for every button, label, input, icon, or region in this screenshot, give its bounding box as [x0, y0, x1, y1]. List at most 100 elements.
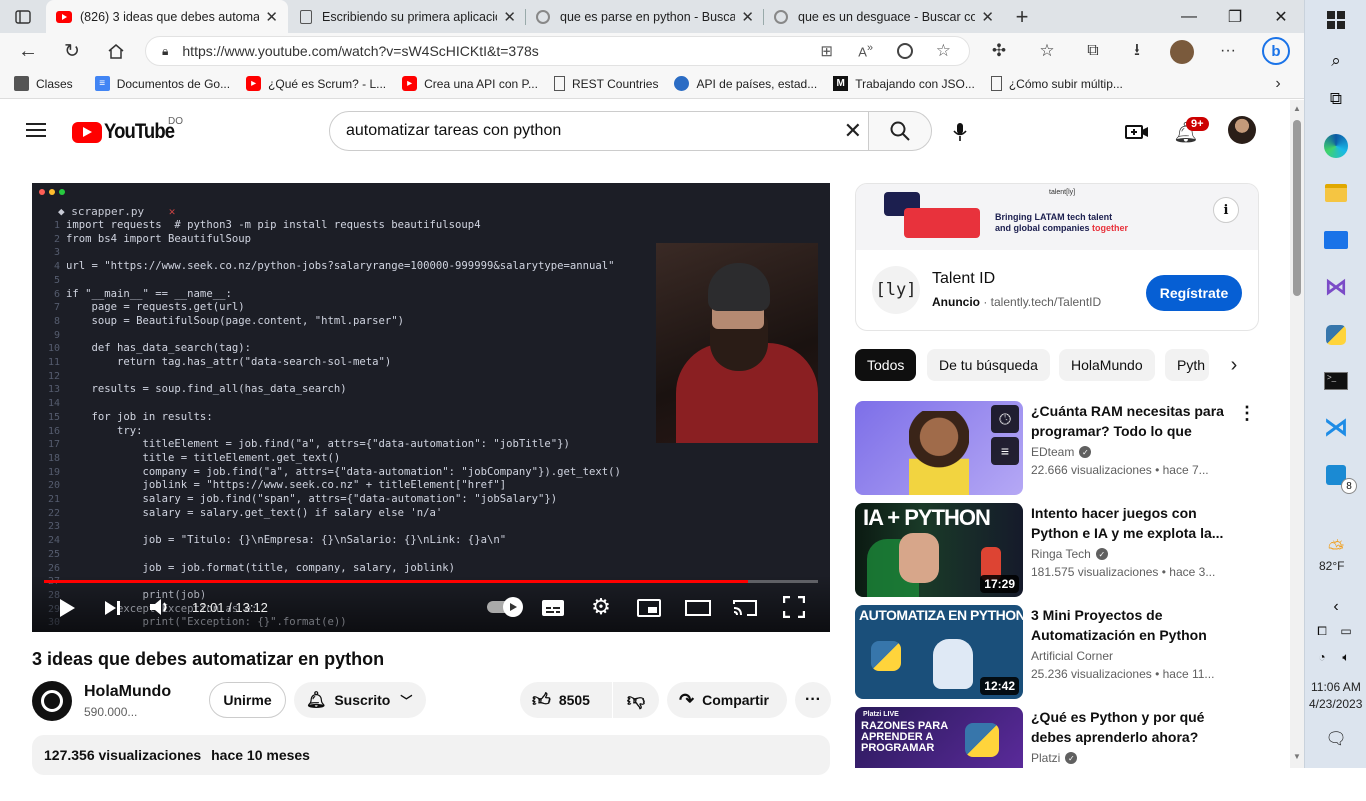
chip-python[interactable]: Pyth	[1165, 349, 1209, 381]
mail-icon[interactable]	[1321, 225, 1351, 255]
back-icon[interactable]: ←	[16, 39, 40, 63]
share-button[interactable]: ↷ Compartir	[667, 682, 787, 718]
terminal-icon[interactable]: >_	[1321, 366, 1351, 396]
minimize-icon[interactable]: —	[1166, 0, 1212, 33]
close-tab-icon[interactable]: ✕	[741, 8, 754, 26]
miniplayer-icon[interactable]	[636, 596, 662, 620]
voice-search-icon[interactable]	[948, 120, 972, 144]
notification-center-icon[interactable]: 🗨︎	[1321, 724, 1351, 754]
recommendation-item[interactable]: AUTOMATIZA EN PYTHON 12:42 3 Mini Proyec…	[855, 605, 1275, 699]
favorite-add-icon[interactable]: ☆	[936, 41, 951, 61]
tab-flask[interactable]: Escribiendo su primera aplicació ✕	[290, 0, 526, 33]
video-thumbnail[interactable]: IA + PYTHON 17:29	[855, 503, 1023, 597]
read-aloud-icon[interactable]: A»	[858, 42, 873, 59]
info-icon[interactable]: i	[1213, 197, 1239, 223]
menu-icon[interactable]	[24, 120, 48, 140]
vscode-icon[interactable]: ⋊	[1321, 412, 1351, 442]
new-tab-icon[interactable]: +	[1008, 4, 1036, 30]
autoplay-toggle[interactable]	[486, 597, 523, 617]
bookmark-item[interactable]: ▸ ¿Qué es Scrum? - L...	[246, 76, 386, 91]
close-tab-icon[interactable]: ✕	[265, 8, 278, 26]
dislike-button[interactable]: 👎︎	[613, 682, 659, 718]
url-field[interactable]: 🔒︎ https://www.youtube.com/watch?v=sW4Sc…	[145, 36, 970, 66]
profile-avatar[interactable]	[1170, 40, 1194, 64]
chips-next-icon[interactable]: ›	[1222, 353, 1246, 377]
progress-bar[interactable]	[44, 580, 818, 583]
windows-start-icon[interactable]	[1321, 5, 1351, 35]
file-explorer-icon[interactable]	[1321, 178, 1351, 208]
ad-cta-button[interactable]: Regístrate	[1146, 275, 1242, 311]
search-input[interactable]: automatizar tareas con python ✕	[329, 111, 869, 151]
watch-later-icon[interactable]: 🕓︎	[991, 405, 1019, 433]
subscribed-button[interactable]: 🔔︎ Suscrito ﹀	[294, 682, 426, 718]
clock-date[interactable]: 4/23/2023	[1309, 697, 1362, 711]
ad-card[interactable]: talent[ly] Bringing LATAM tech talent an…	[855, 183, 1259, 331]
chip-from-search[interactable]: De tu búsqueda	[927, 349, 1050, 381]
scroll-thumb[interactable]	[1293, 120, 1301, 296]
bookmark-item[interactable]: REST Countries	[553, 76, 658, 91]
volume-icon[interactable]: 🔈︎	[1335, 642, 1357, 672]
bookmark-item[interactable]: ¿Cómo subir múltip...	[990, 76, 1123, 91]
home-icon[interactable]	[104, 39, 128, 63]
scroll-up-icon[interactable]: ▲	[1293, 104, 1301, 113]
youtube-logo[interactable]: YouTube DO	[72, 116, 184, 144]
search-button[interactable]	[868, 111, 932, 151]
bookmark-item[interactable]: M Trabajando con JSO...	[833, 76, 975, 91]
channel-name[interactable]: HolaMundo	[84, 683, 171, 701]
visual-studio-icon[interactable]: ⋈	[1321, 272, 1351, 302]
clock-time[interactable]: 11:06 AM	[1311, 680, 1361, 694]
close-window-icon[interactable]: ✕	[1258, 0, 1304, 33]
cast-icon[interactable]	[732, 596, 758, 620]
downloads-icon[interactable]: ⭳	[1126, 40, 1148, 62]
close-tab-icon[interactable]: ✕	[503, 8, 516, 26]
favorites-icon[interactable]: ☆	[1036, 40, 1058, 62]
video-thumbnail[interactable]: AUTOMATIZA EN PYTHON 12:42	[855, 605, 1023, 699]
more-vertical-icon[interactable]: ⋮	[1238, 403, 1256, 424]
clear-search-icon[interactable]: ✕	[844, 118, 862, 144]
chevron-right-icon[interactable]: ›	[1268, 74, 1288, 94]
play-icon[interactable]	[56, 595, 78, 621]
bookmark-item[interactable]: ▸ Crea una API con P...	[402, 76, 538, 91]
chip-all[interactable]: Todos	[855, 349, 917, 381]
recommendation-item[interactable]: IA + PYTHON 17:29 Intento hacer juegos c…	[855, 503, 1275, 597]
volume-icon[interactable]	[148, 595, 174, 619]
fullscreen-icon[interactable]	[782, 595, 806, 619]
bookmark-item[interactable]: ≡ Documentos de Go...	[94, 76, 230, 91]
python-icon[interactable]	[1321, 320, 1351, 350]
join-button[interactable]: Unirme	[209, 682, 286, 718]
bookmark-item[interactable]: Clases	[14, 76, 73, 91]
task-view-icon[interactable]: ⧉	[1321, 84, 1351, 114]
like-button[interactable]: 👍︎ 8505	[520, 682, 612, 718]
channel-avatar[interactable]	[32, 681, 72, 721]
chip-holamundo[interactable]: HolaMundo	[1059, 349, 1155, 381]
tab-actions-icon[interactable]	[12, 7, 34, 27]
edge-icon[interactable]	[1321, 131, 1351, 161]
tab-search-desguace[interactable]: que es un desguace - Buscar con ✕	[764, 0, 1004, 33]
video-thumbnail[interactable]: Platzi LIVE RAZONES PARA APRENDER A PROG…	[855, 707, 1023, 768]
next-icon[interactable]	[102, 597, 124, 619]
settings-icon[interactable]: ⚙	[588, 594, 614, 620]
search-icon[interactable]: ⌕	[1321, 46, 1351, 76]
collections-icon[interactable]: ⧉	[1082, 40, 1104, 62]
page-scrollbar[interactable]: ▲ ▼	[1290, 100, 1304, 768]
close-tab-icon[interactable]: ✕	[981, 8, 994, 26]
create-video-icon[interactable]	[1124, 120, 1150, 144]
scroll-down-icon[interactable]: ▼	[1293, 752, 1301, 761]
description-box[interactable]: 127.356 visualizaciones hace 10 meses	[32, 735, 830, 775]
tab-search-parse[interactable]: que es parse en python - Buscar ✕	[526, 0, 764, 33]
video-player[interactable]: ◆ scrapper.py ✕ 1 2 3 4 5 6 7 8 9 10 11 …	[32, 183, 830, 632]
recommendation-item[interactable]: Platzi LIVE RAZONES PARA APRENDER A PROG…	[855, 707, 1275, 801]
tracking-icon[interactable]	[897, 43, 913, 59]
refresh-icon[interactable]: ↻	[60, 39, 84, 63]
more-icon[interactable]: ···	[1216, 40, 1240, 62]
wifi-icon[interactable]: ◔	[1311, 642, 1333, 672]
theater-mode-icon[interactable]	[684, 596, 712, 620]
account-avatar[interactable]	[1228, 116, 1256, 144]
tab-youtube[interactable]: (826) 3 ideas que debes automat ✕	[46, 0, 288, 33]
restore-icon[interactable]: ❐	[1212, 0, 1258, 33]
video-thumbnail[interactable]: 🕓︎ ≡	[855, 401, 1023, 495]
subtitles-icon[interactable]	[540, 596, 566, 620]
recommendation-item[interactable]: 🕓︎ ≡ ¿Cuánta RAM necesitas para programa…	[855, 401, 1275, 495]
add-to-queue-icon[interactable]: ≡	[991, 437, 1019, 465]
bookmark-item[interactable]: API de países, estad...	[674, 76, 817, 91]
